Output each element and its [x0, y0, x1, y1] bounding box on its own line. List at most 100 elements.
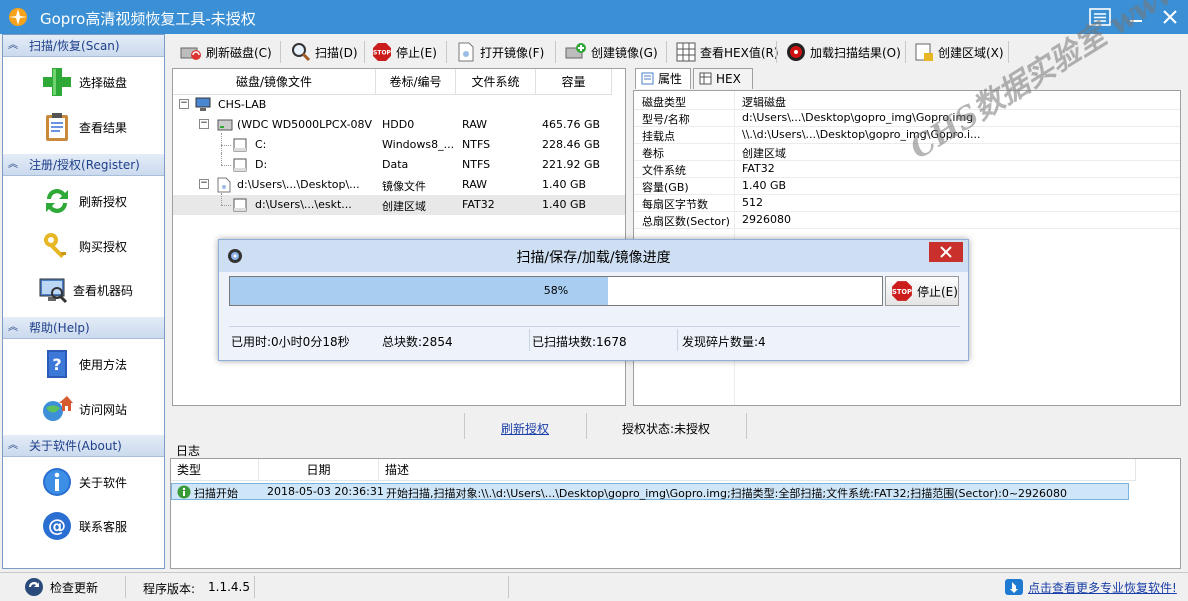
sidebar-section-about[interactable]: ︽ 关于软件(About): [3, 435, 164, 457]
log-header-desc[interactable]: 描述: [379, 459, 1136, 481]
sidebar-item-usage[interactable]: ? 使用方法: [3, 345, 164, 383]
view-hex-button[interactable]: 查看HEX值(R): [676, 40, 779, 64]
monitor-search-icon: [39, 278, 68, 304]
log-header-date[interactable]: 日期: [259, 459, 379, 481]
create-region-button[interactable]: 创建区域(X): [914, 40, 1004, 64]
collapse-chevron-icon: ︽: [8, 40, 18, 51]
open-image-button[interactable]: 打开镜像(F): [456, 40, 544, 64]
tree-cell-fs: NTFS: [462, 138, 491, 151]
strip-divider: [746, 413, 747, 439]
column-header-label[interactable]: 卷标/编号: [376, 69, 456, 95]
section-title: 帮助(Help): [29, 321, 90, 335]
toolbar-separator: [905, 41, 906, 63]
tree-cell-size: 221.92 GB: [542, 158, 601, 171]
property-row: 总扇区数(Sector) 2926080: [634, 212, 1180, 229]
sidebar-item-label: 购买授权: [79, 240, 128, 254]
collapse-chevron-icon: ︽: [8, 440, 18, 451]
column-header-disk[interactable]: 磁盘/镜像文件: [173, 69, 376, 95]
property-value: 1.40 GB: [742, 179, 787, 192]
toolbar-separator: [446, 41, 447, 63]
app-logo-icon: [9, 8, 27, 26]
tree-row-computer[interactable]: − CHS-LAB: [173, 95, 625, 115]
tree-cell-size: 228.46 GB: [542, 138, 601, 151]
property-value: FAT32: [742, 162, 775, 175]
pointer-hand-icon: [1005, 579, 1023, 595]
sidebar-item-buy-license[interactable]: 购买授权: [3, 227, 164, 265]
sidebar-item-about[interactable]: 关于软件: [3, 463, 164, 501]
check-update-button[interactable]: 检查更新: [24, 576, 128, 598]
tree-cell-label: Data: [382, 158, 409, 171]
hex-grid-icon: [676, 42, 696, 62]
sidebar-item-contact[interactable]: @ 联系客服: [3, 507, 164, 545]
property-key: 型号/名称: [642, 113, 690, 126]
create-image-button[interactable]: 创建镜像(G): [565, 40, 658, 64]
section-title: 关于软件(About): [29, 439, 122, 453]
tree-cell-name: C:: [255, 138, 267, 151]
log-cell-desc: 开始扫描,扫描对象:\\.\d:\Users\...\Desktop\gopro…: [386, 487, 1068, 500]
sidebar-item-website[interactable]: 访问网站: [3, 390, 164, 428]
refresh-license-link[interactable]: 刷新授权: [501, 420, 549, 437]
tree-collapse-toggle[interactable]: −: [179, 99, 189, 109]
property-value: 创建区域: [742, 147, 786, 160]
toolbar-separator: [280, 41, 281, 63]
tree-cell-name: CHS-LAB: [218, 98, 267, 111]
sidebar-item-machine-code[interactable]: 查看机器码: [3, 271, 164, 309]
tree-cell-name: d:\Users\...\Desktop\...: [237, 178, 360, 191]
tree-collapse-toggle[interactable]: −: [199, 179, 209, 189]
log-cell-date: 2018-05-03 20:36:31: [267, 485, 384, 498]
log-row[interactable]: 扫描开始 2018-05-03 20:36:31 开始扫描,扫描对象:\\.\d…: [171, 483, 1129, 500]
stop-button[interactable]: STOP 停止(E): [372, 40, 437, 64]
log-header-type[interactable]: 类型: [171, 459, 259, 481]
dialog-close-button[interactable]: [929, 242, 963, 262]
toolbar-separator: [666, 41, 667, 63]
dialog-title: 扫描/保存/加载/镜像进度: [516, 250, 671, 266]
column-header-size[interactable]: 容量: [536, 69, 612, 95]
license-status: 授权状态:未授权: [622, 422, 711, 436]
tab-properties[interactable]: 属性: [635, 68, 691, 89]
toolbar-label: 扫描(D): [315, 45, 358, 60]
tree-cell-label: Windows8_...: [382, 138, 454, 151]
tree-row-c[interactable]: C: Windows8_... NTFS 228.46 GB: [173, 133, 625, 157]
sidebar-item-view-results[interactable]: 查看结果: [3, 108, 164, 146]
promo-link[interactable]: 点击查看更多专业恢复软件!: [1004, 576, 1184, 598]
property-row: 容量(GB) 1.40 GB: [634, 178, 1180, 195]
sidebar-item-label: 关于软件: [79, 476, 128, 490]
log-cell-type: 扫描开始: [194, 487, 238, 500]
status-bar: 检查更新 程序版本: 1.1.4.5 点击查看更多专业恢复软件!: [0, 572, 1188, 601]
scan-button[interactable]: 扫描(D): [291, 40, 358, 64]
dialog-stop-button[interactable]: STOP 停止(E): [885, 276, 959, 306]
clipboard-icon: [46, 113, 68, 141]
tab-hex[interactable]: HEX值: [693, 68, 753, 106]
property-key: 容量(GB): [642, 181, 689, 194]
tree-cell-label: 创建区域: [382, 200, 426, 213]
property-row: 文件系统 FAT32: [634, 161, 1180, 178]
property-value: 2926080: [742, 213, 791, 226]
property-key: 文件系统: [642, 164, 686, 177]
progress-percent: 58%: [543, 284, 569, 297]
progress-dialog: 扫描/保存/加载/镜像进度 58% STOP 停止(E) 已用时:0小时0分18…: [218, 239, 969, 361]
tree-cell-fs: RAW: [462, 118, 487, 131]
sidebar-item-refresh-license[interactable]: 刷新授权: [3, 182, 164, 220]
sidebar-section-register[interactable]: ︽ 注册/授权(Register): [3, 154, 164, 176]
tree-row-region-selected[interactable]: d:\Users\...\eskt... 创建区域 FAT32 1.40 GB: [173, 193, 625, 215]
tree-guide-line: [221, 205, 231, 206]
tree-row-hdd0[interactable]: − (WDC WD5000LPCX-08VHA HDD0 RAW 465.76 …: [173, 115, 625, 135]
svg-text:STOP: STOP: [892, 288, 912, 296]
collapse-chevron-icon: ︽: [8, 159, 18, 170]
collapse-chevron-icon: ︽: [8, 322, 18, 333]
property-key: 卷标: [642, 147, 664, 160]
toolbar-label: 加载扫描结果(O): [810, 45, 901, 60]
tree-row-image-file[interactable]: − d:\Users\...\Desktop\... 镜像文件 RAW 1.40…: [173, 175, 625, 195]
sidebar-item-label: 访问网站: [79, 403, 128, 417]
refresh-disk-button[interactable]: 刷新磁盘(C): [180, 40, 272, 64]
sidebar-section-help[interactable]: ︽ 帮助(Help): [3, 317, 164, 339]
sidebar-item-label: 刷新授权: [79, 195, 128, 209]
info-divider: [677, 329, 678, 351]
tree-collapse-toggle[interactable]: −: [199, 119, 209, 129]
sidebar-section-scan[interactable]: ︽ 扫描/恢复(Scan): [3, 35, 164, 57]
load-scan-result-button[interactable]: 加载扫描结果(O): [786, 40, 901, 64]
dialog-title-bar: 扫描/保存/加载/镜像进度: [219, 240, 968, 272]
column-header-fs[interactable]: 文件系统: [456, 69, 536, 95]
sidebar-item-select-disk[interactable]: 选择磁盘: [3, 63, 164, 101]
tree-row-d[interactable]: D: Data NTFS 221.92 GB: [173, 153, 625, 175]
